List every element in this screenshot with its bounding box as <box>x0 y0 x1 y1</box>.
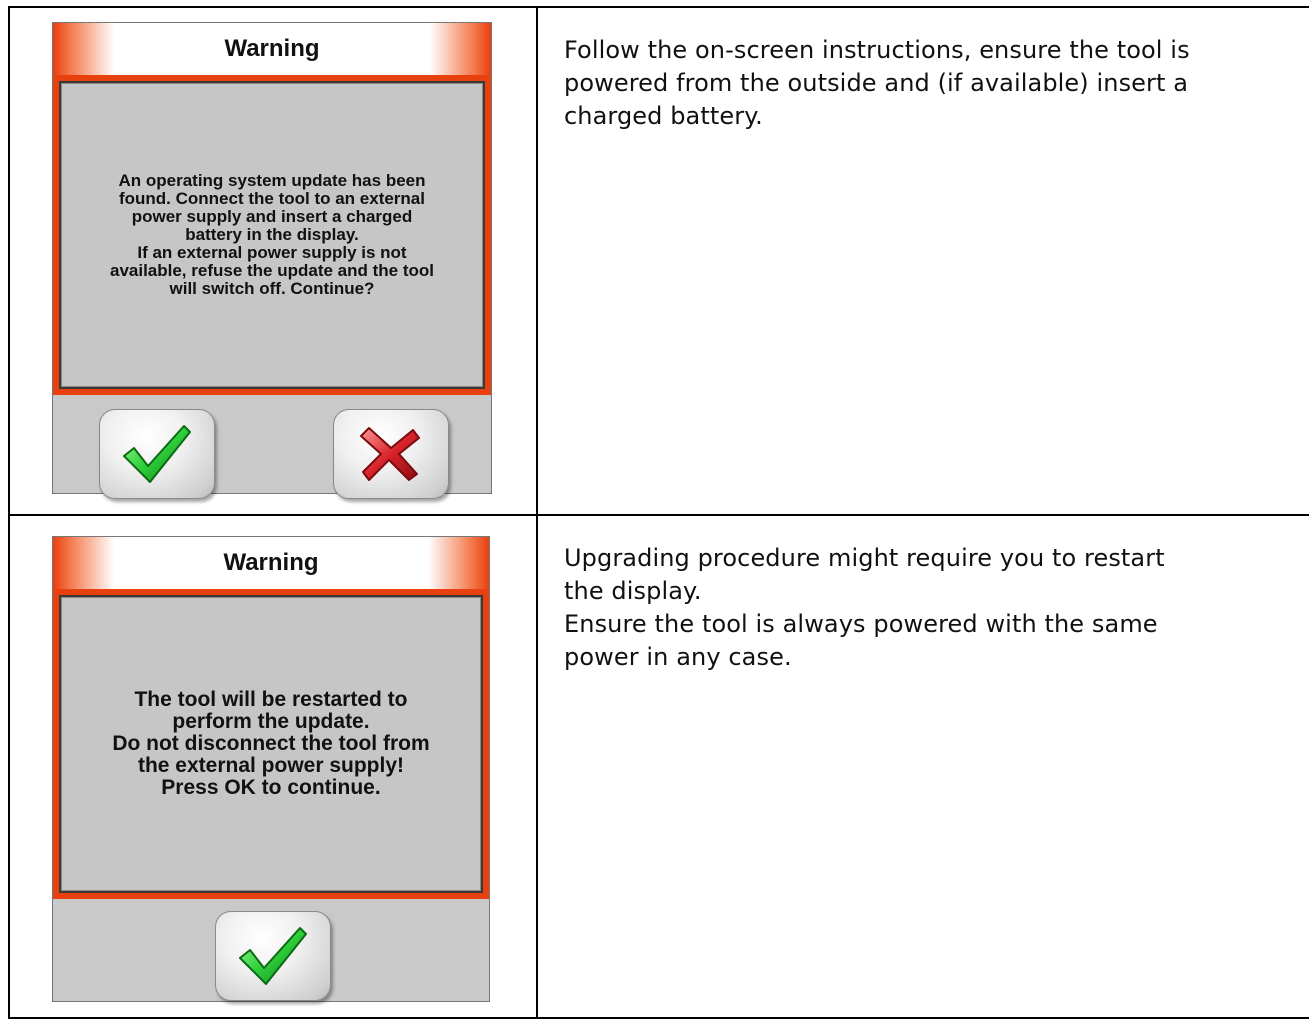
cancel-x-icon <box>360 427 420 481</box>
dialog-message: An operating system update has been foun… <box>59 81 485 389</box>
screenshot-cell: Warning The tool will be restarted to pe… <box>8 514 538 1019</box>
cancel-button[interactable] <box>333 409 449 499</box>
confirm-check-icon <box>239 927 307 985</box>
dialog-message-frame: An operating system update has been foun… <box>53 75 491 395</box>
warning-dialog-screenshot: Warning An operating system update has b… <box>52 22 492 499</box>
description-cell: Follow the on-screen instructions, ensur… <box>536 6 1309 516</box>
dialog-title: Warning <box>53 537 489 589</box>
dialog-button-bar <box>53 899 489 1001</box>
step-description: Follow the on-screen instructions, ensur… <box>564 36 1190 130</box>
table-row: Warning An operating system update has b… <box>8 6 1309 516</box>
step-description: Upgrading procedure might require you to… <box>564 544 1165 671</box>
screenshot-cell: Warning An operating system update has b… <box>8 6 538 516</box>
dialog-title: Warning <box>53 23 491 75</box>
ok-button[interactable] <box>215 911 331 1001</box>
confirm-check-icon <box>123 425 191 483</box>
dialog-button-bar <box>53 395 491 499</box>
dialog-message-frame: The tool will be restarted to perform th… <box>53 589 489 899</box>
warning-dialog-screenshot: Warning The tool will be restarted to pe… <box>52 536 490 1002</box>
dialog-message: The tool will be restarted to perform th… <box>59 595 483 893</box>
confirm-button[interactable] <box>99 409 215 499</box>
description-cell: Upgrading procedure might require you to… <box>536 514 1309 1019</box>
instruction-table: Warning An operating system update has b… <box>8 6 1309 1019</box>
table-row: Warning The tool will be restarted to pe… <box>8 514 1309 1019</box>
